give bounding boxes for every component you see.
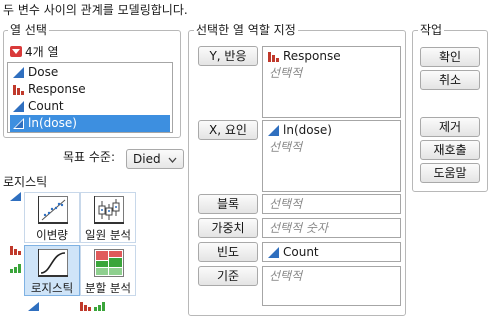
ok-button[interactable]: 확인 xyxy=(420,47,480,67)
nominal-icon xyxy=(10,246,21,255)
oneway-plot-icon xyxy=(94,196,124,224)
logistic-curve-icon xyxy=(38,249,68,277)
actions-title: 작업 xyxy=(418,23,445,37)
list-item[interactable]: Response xyxy=(265,48,398,65)
placeholder-text: 선택적 xyxy=(269,66,303,80)
list-item[interactable]: ln(dose) xyxy=(265,122,398,139)
block-list[interactable]: 선택적 xyxy=(262,194,401,214)
list-item[interactable]: Response xyxy=(10,81,170,98)
logistic-title: 로지스틱 xyxy=(3,175,48,189)
column-name: Count xyxy=(28,99,64,113)
continuous-icon xyxy=(13,67,24,78)
column-list[interactable]: Dose Response Count ln(dose) xyxy=(7,62,173,133)
tile-label: 분할 분석 xyxy=(85,281,131,295)
placeholder-text: 선택적 xyxy=(269,269,303,283)
placeholder-text: 선택적 숫자 xyxy=(269,221,329,235)
list-item[interactable]: Count xyxy=(10,98,170,115)
tile-label: 일원 분석 xyxy=(85,228,131,242)
tile-logistic[interactable]: 로지스틱 xyxy=(24,245,80,296)
dialog-description: 두 변수 사이의 관계를 모델링합니다. xyxy=(3,3,188,17)
continuous-icon xyxy=(28,302,39,311)
column-count-toggle[interactable]: 4개 열 xyxy=(9,45,59,59)
nominal-icon xyxy=(268,52,279,62)
column-select-title: 열 선택 xyxy=(8,23,49,37)
tile-contingency[interactable]: 분할 분석 xyxy=(80,245,136,296)
nominal-icon xyxy=(80,302,91,311)
mosaic-plot-icon xyxy=(94,249,124,277)
y-response-button[interactable]: Y, 반응 xyxy=(198,46,258,66)
tile-label: 로지스틱 xyxy=(30,281,74,295)
role-assign-title: 선택한 열 역할 지정 xyxy=(194,23,298,37)
x-factor-button[interactable]: X, 요인 xyxy=(198,120,258,140)
weight-button[interactable]: 가중치 xyxy=(198,218,258,238)
column-name: ln(dose) xyxy=(28,116,77,130)
tile-oneway[interactable]: 일원 분석 xyxy=(80,192,136,243)
list-item[interactable]: Count xyxy=(265,244,398,261)
target-level-value: Died xyxy=(133,152,161,166)
nominal-icon xyxy=(13,85,24,95)
weight-list[interactable]: 선택적 숫자 xyxy=(262,218,401,238)
scatter-plot-icon xyxy=(38,196,68,224)
ordinal-icon xyxy=(94,302,105,311)
freq-button[interactable]: 빈도 xyxy=(198,242,258,262)
assigned-column: Response xyxy=(283,49,341,63)
cancel-button[interactable]: 취소 xyxy=(420,70,480,90)
continuous-icon xyxy=(10,192,21,201)
disclosure-down-icon xyxy=(10,46,22,57)
column-name: Response xyxy=(28,82,86,96)
continuous-icon xyxy=(13,101,24,112)
x-factor-list[interactable]: ln(dose) 선택적 xyxy=(262,120,401,192)
y-response-list[interactable]: Response 선택적 xyxy=(262,46,401,118)
placeholder-text: 선택적 xyxy=(269,197,303,211)
chevron-down-icon xyxy=(168,157,177,163)
placeholder-text: 선택적 xyxy=(269,140,303,154)
assigned-column: ln(dose) xyxy=(283,123,332,137)
help-button[interactable]: 도움말 xyxy=(420,163,480,183)
freq-list[interactable]: Count xyxy=(262,242,401,262)
by-list[interactable]: 선택적 xyxy=(262,266,401,306)
list-item[interactable]: Dose xyxy=(10,64,170,81)
target-level-label: 목표 수준: xyxy=(63,150,116,164)
tile-label: 이변량 xyxy=(36,228,68,242)
remove-button[interactable]: 제거 xyxy=(420,117,480,137)
column-count-label: 4개 열 xyxy=(25,45,59,59)
block-button[interactable]: 블록 xyxy=(198,194,258,214)
ordinal-icon xyxy=(10,264,21,273)
by-button[interactable]: 기준 xyxy=(198,266,258,286)
target-level-select[interactable]: Died xyxy=(126,149,184,169)
continuous-icon xyxy=(268,125,279,136)
continuous-icon xyxy=(268,247,279,258)
assigned-column: Count xyxy=(283,245,319,259)
tile-bivariate[interactable]: 이변량 xyxy=(24,192,80,243)
recall-button[interactable]: 재호출 xyxy=(420,140,480,160)
continuous-icon xyxy=(13,118,24,129)
list-item-selected[interactable]: ln(dose) xyxy=(10,115,170,132)
column-name: Dose xyxy=(28,65,59,79)
